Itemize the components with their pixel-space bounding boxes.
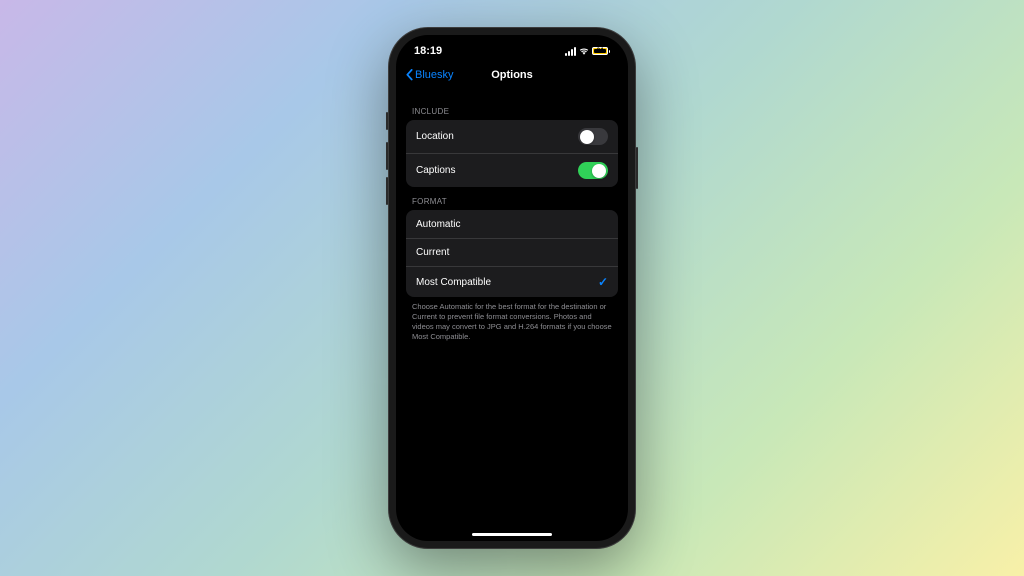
nav-bar: Bluesky Options xyxy=(396,63,628,89)
location-toggle[interactable] xyxy=(578,128,608,145)
cellular-icon xyxy=(565,47,576,56)
mute-switch xyxy=(386,112,388,130)
captions-label: Captions xyxy=(416,165,455,176)
format-automatic-row[interactable]: Automatic xyxy=(406,210,618,238)
format-most-compatible-label: Most Compatible xyxy=(416,277,491,288)
back-button[interactable]: Bluesky xyxy=(406,69,454,81)
captions-row: Captions xyxy=(406,153,618,187)
format-footer: Choose Automatic for the best format for… xyxy=(406,297,618,348)
location-row: Location xyxy=(406,120,618,153)
back-label: Bluesky xyxy=(415,69,454,81)
phone-screen: 18:19 24 Bluesky Opti xyxy=(396,35,628,541)
format-current-row[interactable]: Current xyxy=(406,238,618,266)
captions-toggle[interactable] xyxy=(578,162,608,179)
format-header: FORMAT xyxy=(406,187,618,210)
notch xyxy=(470,35,554,53)
include-group: Location Captions xyxy=(406,120,618,187)
battery-icon: 24 xyxy=(592,47,610,55)
format-automatic-label: Automatic xyxy=(416,219,460,230)
checkmark-icon: ✓ xyxy=(598,275,608,289)
phone-frame: 18:19 24 Bluesky Opti xyxy=(388,27,636,549)
home-indicator[interactable] xyxy=(472,533,552,536)
page-title: Options xyxy=(491,69,533,81)
chevron-left-icon xyxy=(406,70,413,81)
include-header: INCLUDE xyxy=(406,97,618,120)
status-icons: 24 xyxy=(565,47,610,56)
volume-up-button xyxy=(386,142,388,170)
format-most-compatible-row[interactable]: Most Compatible ✓ xyxy=(406,266,618,297)
volume-down-button xyxy=(386,177,388,205)
content: INCLUDE Location Captions FORMAT Automat… xyxy=(396,89,628,356)
wifi-icon xyxy=(579,47,589,55)
format-current-label: Current xyxy=(416,247,449,258)
status-time: 18:19 xyxy=(414,45,442,57)
power-button xyxy=(636,147,638,189)
location-label: Location xyxy=(416,131,454,142)
format-group: Automatic Current Most Compatible ✓ xyxy=(406,210,618,297)
